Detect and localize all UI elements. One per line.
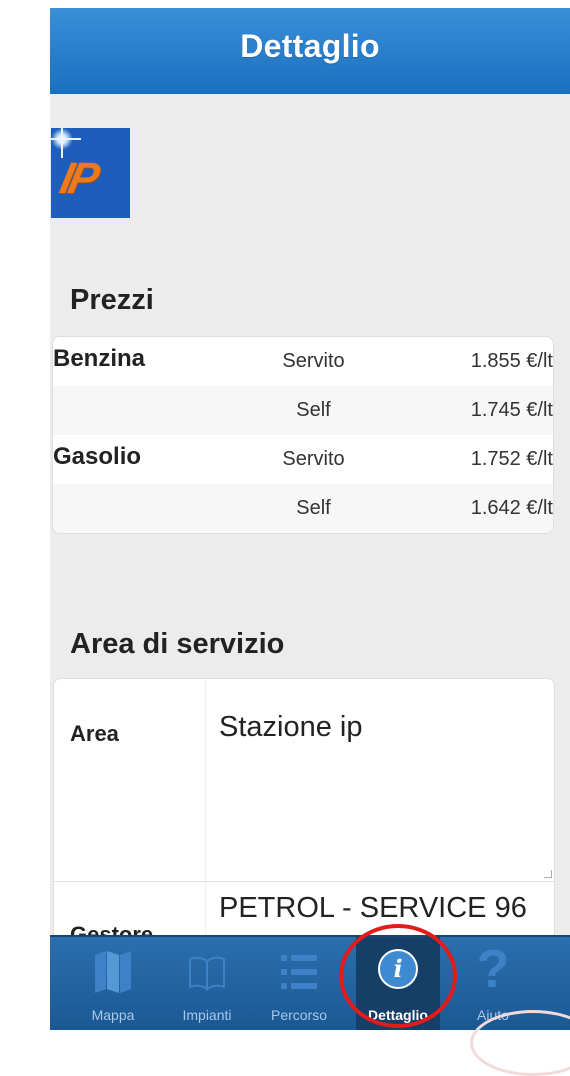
tab-label: Mappa [91, 1007, 135, 1023]
fuel-price: 1.745 €/lt [470, 399, 553, 421]
logo-mark: IP [55, 154, 100, 203]
service-mode: Self [296, 497, 331, 519]
price-row: Self 1.642 €/lt [53, 484, 553, 533]
logo-spark [61, 128, 63, 158]
gestore-value: PETROL - SERVICE 96 [219, 892, 527, 924]
fuel-name: Benzina [53, 345, 146, 372]
list-icon [281, 955, 317, 989]
page-title: Dettaglio [240, 28, 380, 64]
annotation-circle [339, 924, 457, 1028]
help-icon: ? [476, 939, 510, 999]
header-bar: Dettaglio [50, 8, 570, 94]
area-field[interactable]: Stazione ip [205, 679, 554, 881]
fuel-price: 1.855 €/lt [470, 350, 553, 372]
tab-label: Impianti [182, 1007, 232, 1023]
fuel-price: 1.642 €/lt [470, 497, 553, 519]
app-screen: Dettaglio IP Prezzi Benzina Servito 1.85… [50, 8, 570, 1030]
prices-table: Benzina Servito 1.855 €/lt Self 1.745 €/… [52, 336, 554, 534]
service-mode: Servito [282, 448, 345, 470]
brand-logo: IP [51, 128, 130, 218]
tab-impianti[interactable]: Impianti [165, 937, 249, 1030]
fuel-name: Gasolio [53, 443, 142, 470]
area-label: Area [70, 721, 119, 746]
tab-percorso[interactable]: Percorso [257, 937, 341, 1030]
tab-mappa[interactable]: Mappa [71, 937, 155, 1030]
area-row: Area Stazione ip [54, 679, 554, 881]
price-row: Gasolio Servito 1.752 €/lt [53, 435, 553, 484]
resize-handle-icon[interactable] [544, 870, 552, 878]
map-icon [95, 951, 131, 993]
fuel-price: 1.752 €/lt [470, 448, 553, 470]
prices-title: Prezzi [70, 284, 154, 316]
bottom-tab-bar: Mappa Impianti Percorso i Dettaglio ? Ai… [50, 935, 570, 1030]
price-row: Benzina Servito 1.855 €/lt [53, 337, 553, 386]
book-icon [189, 956, 225, 991]
service-mode: Servito [282, 350, 345, 372]
price-row: Self 1.745 €/lt [53, 386, 553, 435]
tab-label: Percorso [270, 1007, 328, 1023]
service-area-title: Area di servizio [70, 628, 285, 660]
service-mode: Self [296, 399, 331, 421]
logo-spark [51, 138, 81, 140]
area-value: Stazione ip [219, 711, 363, 743]
